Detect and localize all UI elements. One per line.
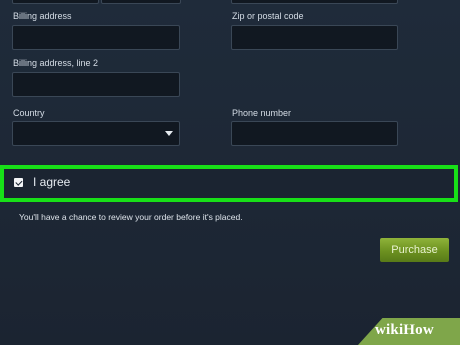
cut-off-input-left[interactable]: [12, 0, 99, 4]
watermark-logo: wikiHow: [375, 322, 434, 338]
agree-label[interactable]: I agree: [33, 175, 70, 189]
purchase-button[interactable]: Purchase: [380, 238, 449, 262]
cut-off-input-middle[interactable]: [101, 0, 181, 4]
billing-address-line-2-label: Billing address, line 2: [13, 58, 99, 68]
country-label: Country: [13, 108, 45, 118]
checkout-form: Billing address Zip or postal code Billi…: [0, 0, 460, 345]
phone-number-input[interactable]: [231, 121, 398, 146]
agree-checkbox[interactable]: [14, 178, 23, 187]
phone-number-label: Phone number: [232, 108, 292, 118]
zip-code-input[interactable]: [231, 25, 398, 50]
billing-address-input[interactable]: [12, 25, 180, 50]
chevron-down-icon: [165, 131, 173, 136]
country-select[interactable]: [12, 121, 180, 146]
zip-code-label: Zip or postal code: [232, 11, 304, 21]
billing-address-line-2-input[interactable]: [12, 72, 180, 97]
billing-address-label: Billing address: [13, 11, 72, 21]
agree-highlight: I agree: [0, 165, 458, 202]
cut-off-input-right[interactable]: [231, 0, 398, 4]
review-note: You'll have a chance to review your orde…: [19, 212, 243, 222]
